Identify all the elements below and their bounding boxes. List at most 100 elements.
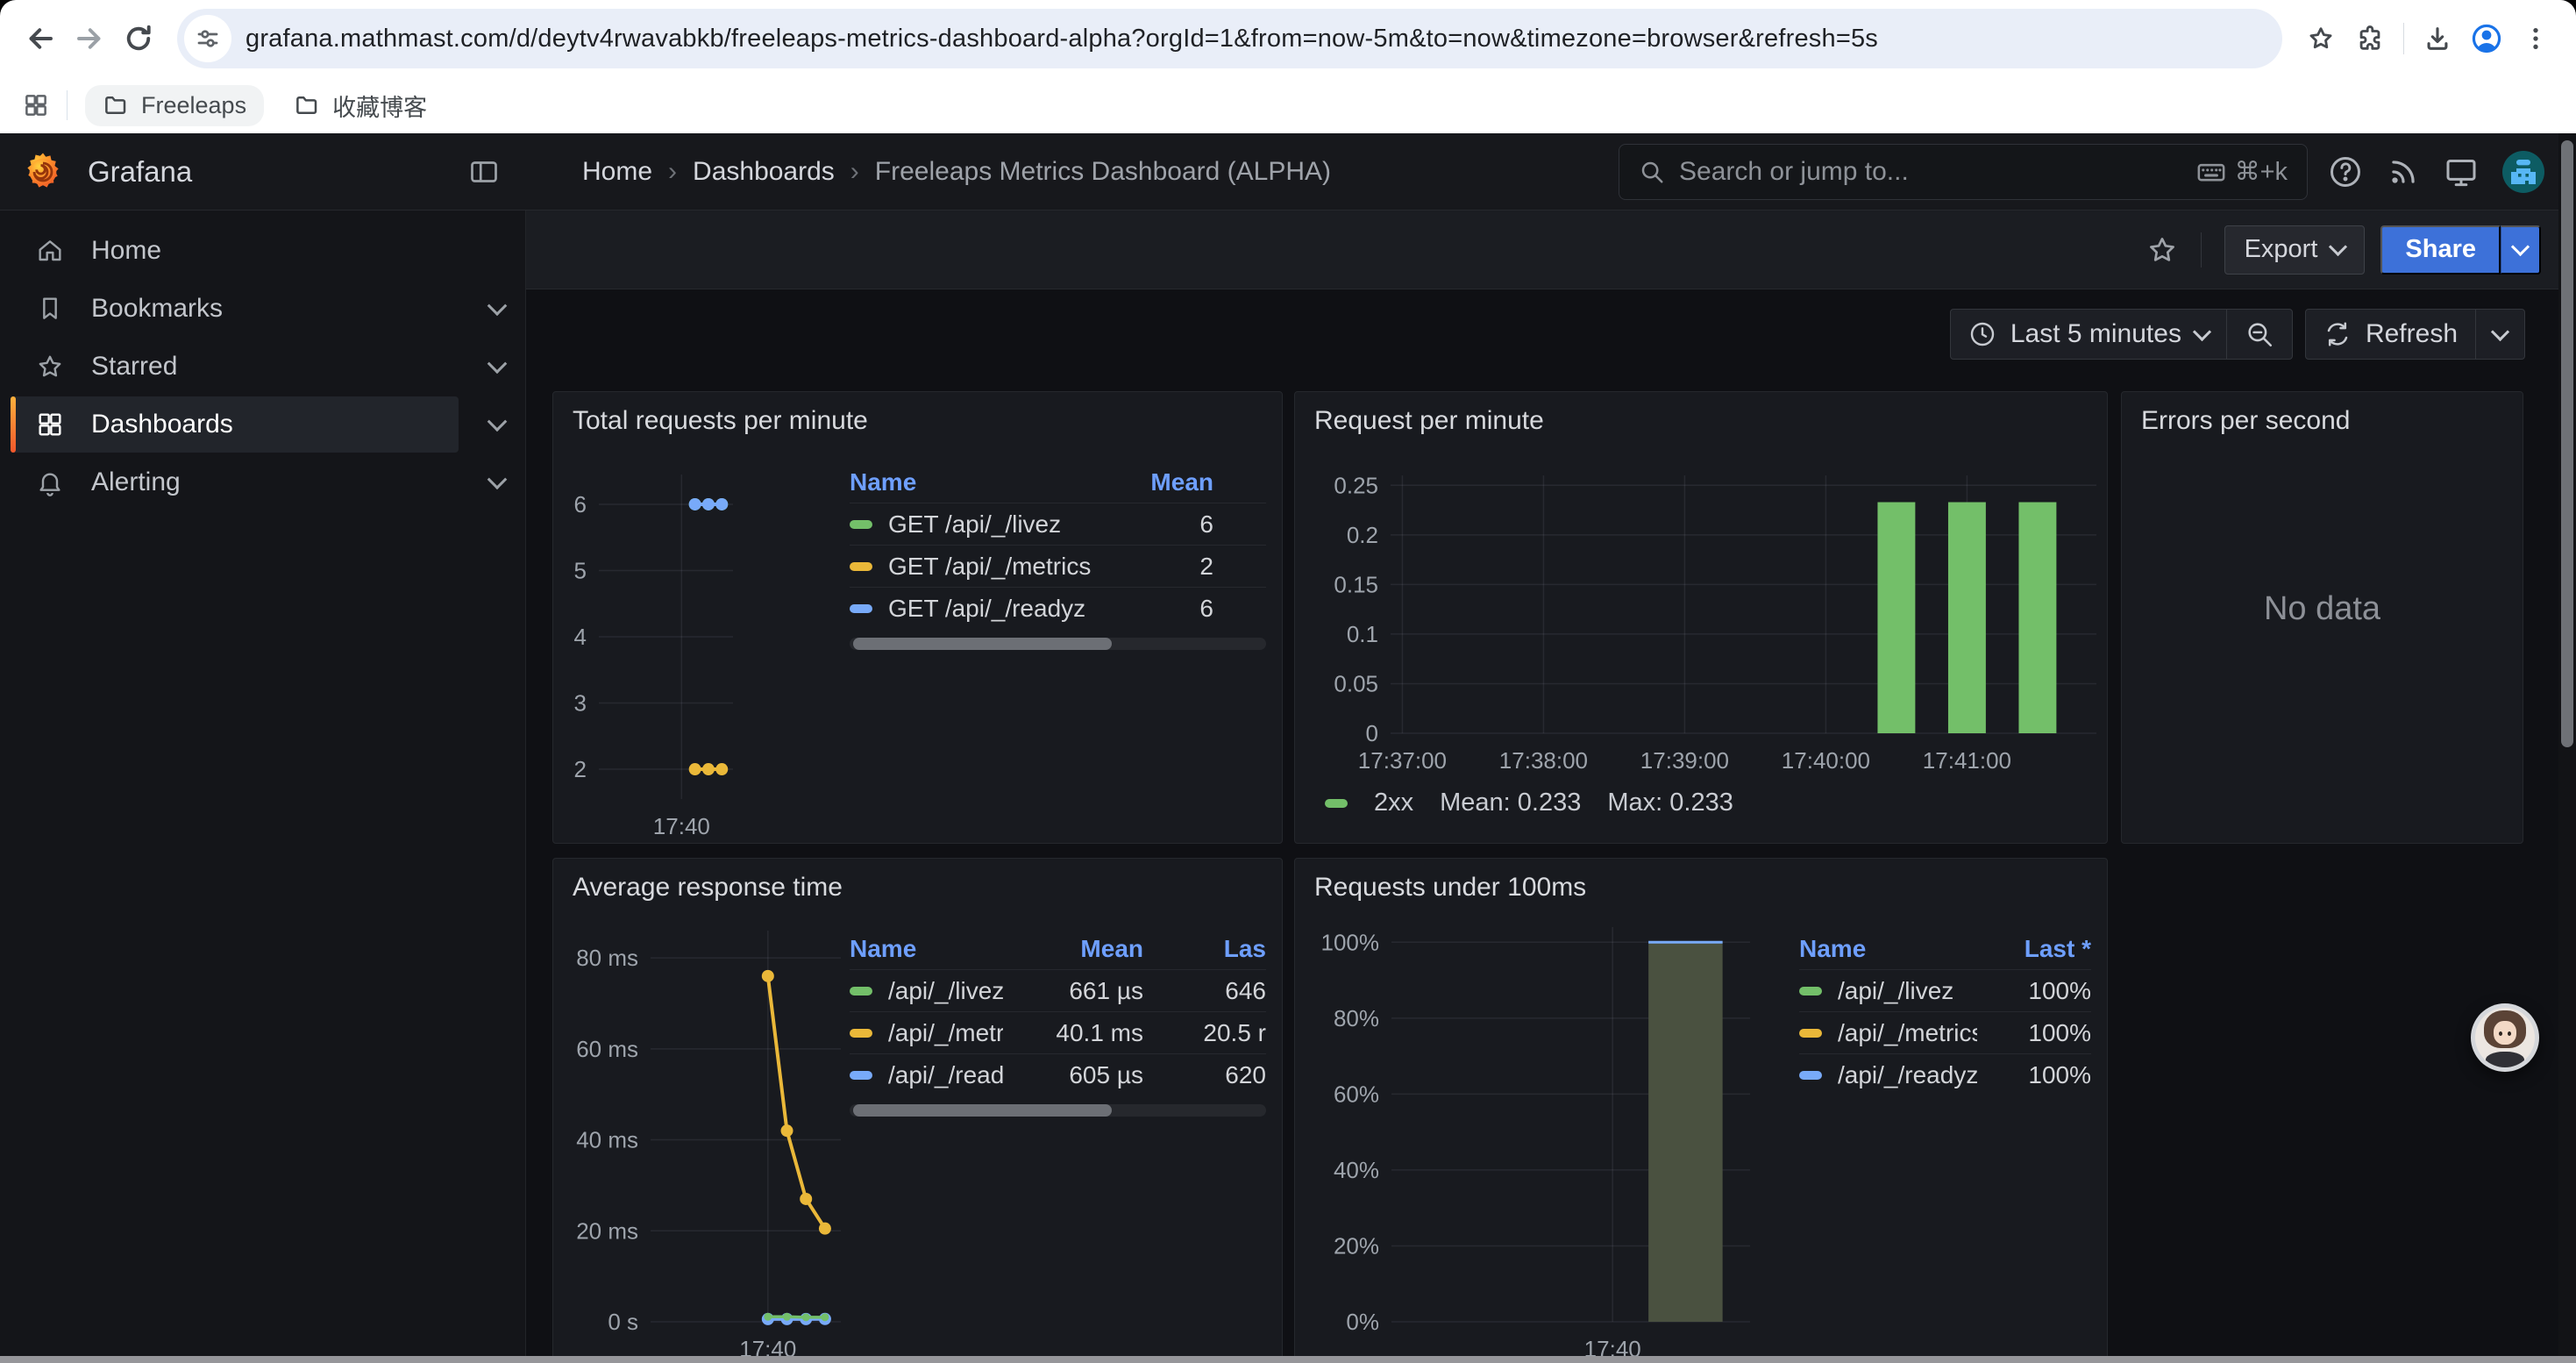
bookmark-folder-blogs[interactable]: 收藏博客 [276, 82, 445, 130]
reload-button[interactable] [114, 14, 163, 63]
apps-grid-icon[interactable] [23, 92, 49, 118]
legend-column-header[interactable]: Name [1799, 935, 1977, 963]
svg-text:40%: 40% [1334, 1157, 1379, 1183]
breadcrumb-item[interactable]: Home [582, 157, 652, 187]
site-info-button[interactable] [184, 15, 231, 62]
breadcrumb: Home›Dashboards›Freeleaps Metrics Dashbo… [582, 157, 1331, 187]
bookmarks-icon [35, 294, 65, 324]
forward-button[interactable] [65, 14, 114, 63]
svg-text:6: 6 [574, 491, 587, 517]
export-button[interactable]: Export [2224, 225, 2366, 275]
downloads-button[interactable] [2413, 14, 2462, 63]
share-dropdown-button[interactable] [2501, 225, 2541, 275]
bookmark-folder-freeleaps[interactable]: Freeleaps [85, 85, 264, 126]
breadcrumb-item[interactable]: Dashboards [693, 157, 835, 187]
breadcrumb-item[interactable]: Freeleaps Metrics Dashboard (ALPHA) [875, 157, 1331, 187]
refresh-interval-dropdown[interactable] [2475, 310, 2524, 359]
chevron-down-icon[interactable] [487, 296, 508, 316]
share-button[interactable]: Share [2380, 225, 2501, 275]
home-icon [35, 236, 65, 266]
user-avatar[interactable] [2502, 151, 2544, 193]
sidebar-item-alerting[interactable]: Alerting [11, 454, 459, 510]
legend-row[interactable]: /api/_/readyz100% [1799, 1053, 2091, 1095]
sidebar-item-bookmarks[interactable]: Bookmarks [11, 281, 459, 337]
news-button[interactable] [2383, 152, 2423, 192]
star-dashboard-button[interactable] [2146, 234, 2178, 266]
scrollbar-thumb[interactable] [2561, 140, 2573, 747]
panel-title[interactable]: Total requests per minute [553, 392, 1282, 450]
series-value: 100% [1977, 1061, 2091, 1089]
avatar-pixel-icon [2502, 151, 2544, 193]
series-stat: Mean: 0.233 [1440, 789, 1581, 817]
svg-text:0.1: 0.1 [1347, 621, 1378, 647]
chevron-down-icon[interactable] [487, 353, 508, 374]
legend-scrollbar[interactable] [850, 1104, 1266, 1117]
legend-scrollbar[interactable] [850, 638, 1266, 650]
legend-scrollbar-thumb[interactable] [853, 1104, 1112, 1117]
svg-text:17:37:00: 17:37:00 [1358, 747, 1447, 774]
series-value: 6 [1143, 595, 1266, 623]
legend-column-header[interactable]: Name [850, 935, 1003, 963]
refresh-icon [2323, 320, 2352, 348]
back-button[interactable] [16, 14, 65, 63]
series-value: 605 µs [1003, 1061, 1143, 1089]
profile-button[interactable] [2462, 14, 2511, 63]
chevron-down-icon[interactable] [487, 469, 508, 489]
series-name: GET /api/_/readyz [888, 595, 1085, 623]
series-color-pill [1325, 799, 1348, 808]
legend-row[interactable]: /api/_/metrics100% [1799, 1011, 2091, 1053]
legend-column-header[interactable]: Mean [1143, 468, 1266, 496]
collapse-sidebar-button[interactable] [468, 156, 500, 188]
kiosk-mode-button[interactable] [2441, 152, 2481, 192]
series-name: GET /api/_/metrics [888, 553, 1091, 581]
refresh-button[interactable]: Refresh [2306, 310, 2475, 359]
legend-row[interactable]: /api/_/metrics40.1 ms20.5 r [850, 1011, 1266, 1053]
dashboard-canvas: Last 5 minutes Refresh [526, 289, 2576, 1363]
bookmarks-bar: Freeleaps 收藏博客 [0, 77, 2576, 133]
help-button[interactable] [2325, 152, 2366, 192]
legend-row[interactable]: /api/_/readyz605 µs620 [850, 1053, 1266, 1095]
legend-row[interactable]: GET /api/_/livez6 [850, 503, 1266, 545]
svg-text:0.25: 0.25 [1334, 472, 1378, 498]
panel-title[interactable]: Requests under 100ms [1295, 859, 2107, 917]
keyboard-icon [2196, 157, 2226, 187]
url-bar[interactable]: grafana.mathmast.com/d/deytv4rwavabkb/fr… [177, 9, 2282, 68]
browser-menu-button[interactable] [2511, 14, 2560, 63]
svg-text:80 ms: 80 ms [576, 945, 638, 971]
zoom-out-button[interactable] [2226, 310, 2292, 359]
legend-column-header[interactable]: Las [1143, 935, 1266, 963]
extensions-button[interactable] [2345, 14, 2395, 63]
legend-column-header[interactable]: Name [850, 468, 1143, 496]
legend-column-header[interactable]: Mean [1003, 935, 1143, 963]
extensions-icon [2355, 24, 2385, 54]
panel-request-per-minute: Request per minute00.050.10.150.20.2517:… [1294, 391, 2108, 844]
bell-icon [35, 467, 65, 497]
legend-row[interactable]: GET /api/_/metrics2 [850, 545, 1266, 587]
page-scrollbar[interactable] [2558, 133, 2576, 1363]
time-range-button[interactable]: Last 5 minutes [1951, 310, 2226, 359]
assistant-avatar[interactable] [2471, 1003, 2539, 1072]
search-shortcut: ⌘+k [2196, 156, 2288, 187]
svg-text:20%: 20% [1334, 1232, 1379, 1259]
grafana-app: Grafana Home›Dashboards›Freeleaps Metric… [0, 133, 2576, 1363]
panel-title[interactable]: Average response time [553, 859, 1282, 917]
sidebar-item-home[interactable]: Home [11, 223, 459, 279]
chevron-down-icon [2491, 322, 2509, 340]
legend-scrollbar-thumb[interactable] [853, 638, 1112, 650]
content-area: Export Share Las [526, 211, 2576, 1363]
sidebar-item-starred[interactable]: Starred [11, 339, 459, 395]
panel-title[interactable]: Request per minute [1295, 392, 2107, 450]
legend-row[interactable]: /api/_/livez661 µs646 [850, 969, 1266, 1011]
url-text: grafana.mathmast.com/d/deytv4rwavabkb/fr… [246, 25, 1878, 54]
legend-row[interactable]: /api/_/livez100% [1799, 969, 2091, 1011]
panel-title[interactable]: Errors per second [2122, 392, 2523, 450]
sidebar-item-dashboards[interactable]: Dashboards [11, 396, 459, 453]
legend-column-header[interactable]: Last * [1977, 935, 2091, 963]
bookmark-page-button[interactable] [2296, 14, 2345, 63]
svg-text:4: 4 [574, 624, 587, 650]
chevron-down-icon[interactable] [487, 411, 508, 432]
legend-inline[interactable]: 2xxMean: 0.233Max: 0.233 [1325, 789, 1733, 817]
search-input[interactable]: Search or jump to... ⌘+k [1619, 144, 2308, 200]
legend-row[interactable]: GET /api/_/readyz 6 [850, 587, 1266, 629]
series-value: 100% [1977, 977, 2091, 1005]
